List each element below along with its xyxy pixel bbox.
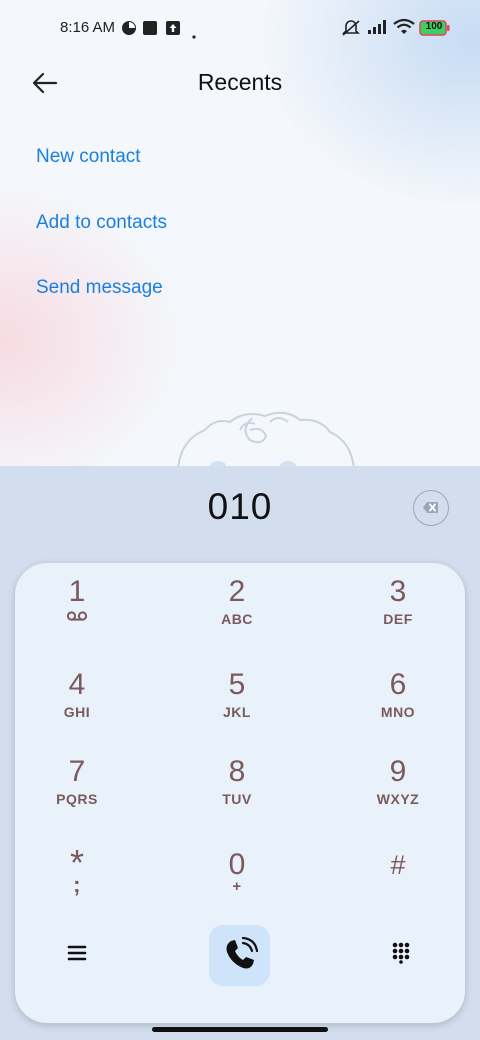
key-letters: ABC bbox=[221, 611, 253, 627]
data-saver-icon bbox=[121, 20, 137, 41]
key-hash[interactable]: # bbox=[338, 848, 458, 928]
dialed-number: 010 bbox=[207, 486, 273, 527]
mascot-illustration bbox=[177, 411, 355, 466]
key-7[interactable]: 7 PQRS bbox=[17, 755, 137, 835]
key-star[interactable]: * ; bbox=[17, 845, 137, 928]
battery-level: 100 bbox=[425, 21, 443, 32]
call-button[interactable] bbox=[209, 925, 270, 986]
backspace-icon bbox=[423, 502, 438, 513]
key-3[interactable]: 3 DEF bbox=[338, 575, 458, 655]
key-5[interactable]: 5 JKL bbox=[177, 668, 297, 748]
key-letters: ; bbox=[73, 872, 81, 897]
battery-icon: 100 bbox=[419, 20, 451, 41]
status-time: 8:16 AM bbox=[60, 19, 116, 36]
menu-icon bbox=[67, 945, 87, 961]
key-letters: PQRS bbox=[56, 791, 98, 807]
keypad-toggle-button[interactable] bbox=[389, 940, 413, 964]
key-letters: MNO bbox=[380, 704, 416, 720]
silent-icon bbox=[341, 18, 361, 43]
key-digit: 4 bbox=[68, 668, 86, 701]
key-digit: 2 bbox=[228, 575, 246, 608]
key-0[interactable]: 0 + bbox=[177, 848, 297, 928]
upload-notification-icon bbox=[165, 20, 181, 41]
key-letters: JKL bbox=[223, 704, 251, 720]
key-digit: 7 bbox=[68, 755, 86, 788]
new-contact-link[interactable]: New contact bbox=[36, 146, 141, 168]
dialer-panel: 010 1 2 ABC 3 DEF 4 GHI 5 JKL 6 MNO 7 PQ… bbox=[0, 466, 480, 1040]
square-notification-icon bbox=[142, 20, 158, 41]
key-6[interactable]: 6 MNO bbox=[338, 668, 458, 748]
top-area: 8:16 AM 100 Recents New contact Add to c… bbox=[0, 0, 480, 466]
status-bar: 8:16 AM 100 bbox=[0, 0, 480, 56]
key-letters: GHI bbox=[63, 704, 91, 720]
menu-button[interactable] bbox=[65, 941, 89, 965]
page-title: Recents bbox=[197, 69, 283, 95]
key-2[interactable]: 2 ABC bbox=[177, 575, 297, 655]
add-to-contacts-link[interactable]: Add to contacts bbox=[36, 212, 167, 234]
key-digit: 8 bbox=[228, 755, 246, 788]
wifi-icon bbox=[393, 18, 415, 41]
delete-button[interactable] bbox=[413, 490, 449, 526]
voicemail-icon bbox=[17, 609, 137, 625]
key-letters: DEF bbox=[383, 611, 413, 627]
signal-icon bbox=[367, 19, 389, 40]
send-message-link[interactable]: Send message bbox=[36, 277, 163, 299]
key-letters: TUV bbox=[222, 791, 252, 807]
keypad-icon bbox=[392, 942, 410, 964]
key-8[interactable]: 8 TUV bbox=[177, 755, 297, 835]
key-letters: + bbox=[232, 878, 242, 895]
key-digit: 1 bbox=[68, 575, 86, 608]
dot-icon bbox=[192, 26, 196, 44]
key-digit: 3 bbox=[389, 575, 407, 608]
key-digit: 9 bbox=[389, 755, 407, 788]
keypad: 1 2 ABC 3 DEF 4 GHI 5 JKL 6 MNO 7 PQRS 8… bbox=[15, 563, 465, 1023]
key-9[interactable]: 9 WXYZ bbox=[338, 755, 458, 835]
home-indicator[interactable] bbox=[152, 1027, 328, 1032]
phone-icon bbox=[226, 936, 259, 969]
key-4[interactable]: 4 GHI bbox=[17, 668, 137, 748]
key-digit: 5 bbox=[228, 668, 246, 701]
key-digit: 0 bbox=[228, 848, 246, 881]
key-digit: # bbox=[390, 850, 406, 880]
key-digit: 6 bbox=[389, 668, 407, 701]
key-letters: WXYZ bbox=[376, 791, 420, 807]
header: Recents bbox=[0, 56, 480, 112]
key-1[interactable]: 1 bbox=[17, 575, 137, 655]
